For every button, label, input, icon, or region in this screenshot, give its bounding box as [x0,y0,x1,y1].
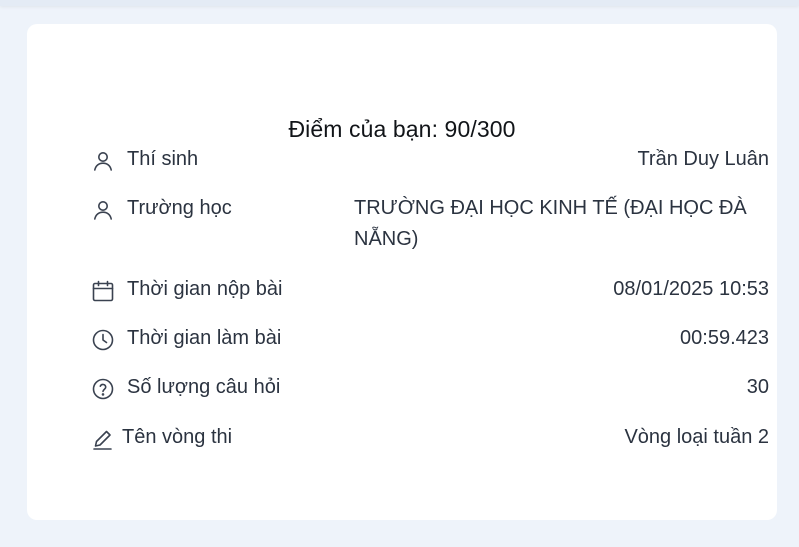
clock-icon [89,326,117,354]
round-name-label: Tên vòng thi [122,426,233,448]
candidate-row: Thí sinh Trần Duy Luân [89,148,769,178]
school-label: Trường học [127,197,232,219]
top-strip [0,0,799,6]
submit-time-label: Thời gian nộp bài [127,278,283,300]
duration-label: Thời gian làm bài [127,327,282,349]
pencil-icon [89,425,117,453]
duration-value: 00:59.423 [680,327,769,349]
user-icon [89,147,117,175]
candidate-label: Thí sinh [127,148,199,170]
question-count-value: 30 [746,376,769,398]
question-count-row: Số lượng câu hỏi 30 [89,376,769,406]
school-value: TRƯỜNG ĐẠI HỌC KINH TẾ (ĐẠI HỌC ĐÀ NẴNG) [354,197,747,250]
candidate-value: Trần Duy Luân [637,148,769,170]
round-name-value: Vòng loại tuần 2 [624,426,769,448]
duration-row: Thời gian làm bài 00:59.423 [89,327,769,357]
score-title: Điểm của bạn: 90/300 [288,116,516,142]
user-icon [89,196,117,224]
submit-time-value: 08/01/2025 10:53 [613,278,769,300]
round-name-row: Tên vòng thi Vòng loại tuần 2 [89,426,769,456]
result-card: Điểm của bạn: 90/300 Thí sinh Trần Duy L… [27,24,777,520]
calendar-icon [89,277,117,305]
school-row: Trường học TRƯỜNG ĐẠI HỌC KINH TẾ (ĐẠI H… [89,197,769,261]
submit-time-row: Thời gian nộp bài 08/01/2025 10:53 [89,278,769,308]
question-circle-icon [89,375,117,403]
question-count-label: Số lượng câu hỏi [127,376,281,398]
